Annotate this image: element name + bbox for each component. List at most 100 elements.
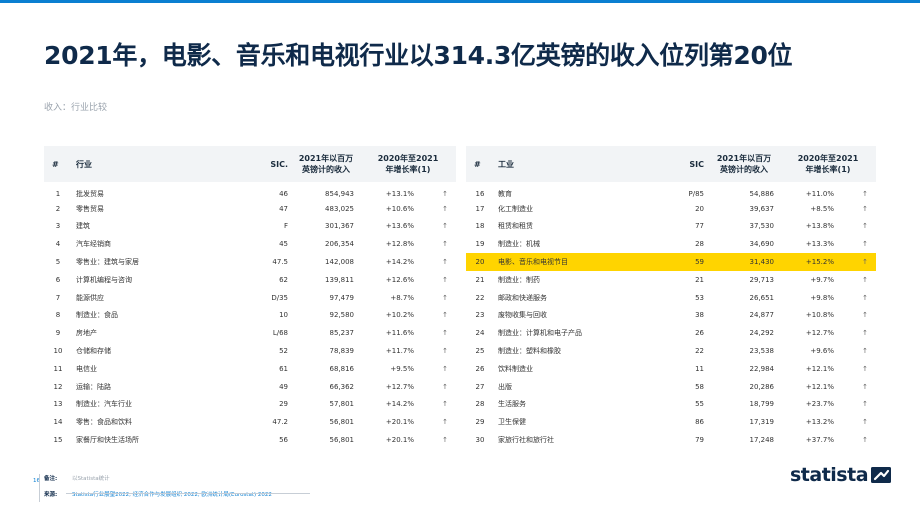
row-rank: 26 xyxy=(475,364,485,373)
row-growth: +14.2% xyxy=(385,258,414,267)
row-growth: +9.7% xyxy=(810,275,834,284)
row-rank: 24 xyxy=(475,329,485,338)
table-row: 27 出版 58 20,286 +12.1% ↑ xyxy=(466,378,876,396)
row-revenue: 57,801 xyxy=(329,400,355,409)
row-industry: 邮政和快递服务 xyxy=(498,293,547,302)
table-row: 1 批发贸易 46 854,943 +13.1% ↑ xyxy=(44,182,456,200)
row-sic: 79 xyxy=(695,436,704,445)
row-sic: 47.2 xyxy=(272,418,288,427)
row-revenue: 39,637 xyxy=(749,204,775,213)
row-sic: 61 xyxy=(279,364,288,373)
row-revenue: 24,877 xyxy=(749,311,775,320)
row-industry: 生活服务 xyxy=(498,400,526,409)
up-arrow-icon: ↑ xyxy=(862,329,868,338)
table-row: 25 制造业：塑料和橡胶 22 23,538 +9.6% ↑ xyxy=(466,342,876,360)
row-revenue: 56,801 xyxy=(329,436,355,445)
row-growth: +9.6% xyxy=(810,347,834,356)
row-rank: 30 xyxy=(475,436,485,445)
row-growth: +12.7% xyxy=(805,329,834,338)
table-row: 18 租赁和租赁 77 37,530 +13.8% ↑ xyxy=(466,218,876,236)
row-revenue: 66,362 xyxy=(329,382,355,391)
up-arrow-icon: ↑ xyxy=(442,418,448,427)
source-underline xyxy=(66,493,310,494)
row-revenue: 85,237 xyxy=(329,329,355,338)
row-revenue: 206,354 xyxy=(325,240,354,249)
row-industry: 教育 xyxy=(498,189,512,198)
row-revenue: 23,538 xyxy=(749,347,775,356)
row-growth: +10.6% xyxy=(385,204,414,213)
row-sic: 46 xyxy=(279,189,288,198)
table-row: 12 运输：陆路 49 66,362 +12.7% ↑ xyxy=(44,378,456,396)
table-row: 8 制造业：食品 10 92,580 +10.2% ↑ xyxy=(44,307,456,325)
header-industry: 工业 xyxy=(494,146,644,182)
up-arrow-icon: ↑ xyxy=(442,293,448,302)
row-sic: 86 xyxy=(695,418,704,427)
header-revenue: 2021年以百万 英镑计的收入 xyxy=(292,146,360,182)
up-arrow-icon: ↑ xyxy=(862,204,868,213)
row-growth: +8.5% xyxy=(810,204,834,213)
row-growth: +12.7% xyxy=(385,382,414,391)
up-arrow-icon: ↑ xyxy=(862,222,868,231)
header-growth: 2020年至2021 年增长率(1) xyxy=(360,146,456,182)
row-revenue: 24,292 xyxy=(749,329,775,338)
row-rank: 19 xyxy=(475,240,485,249)
row-industry: 家旅行社和旅行社 xyxy=(498,436,554,445)
table-row: 2 零售贸易 47 483,025 +10.6% ↑ xyxy=(44,200,456,218)
row-growth: +10.8% xyxy=(805,311,834,320)
row-revenue: 854,943 xyxy=(325,189,354,198)
up-arrow-icon: ↑ xyxy=(862,311,868,320)
row-sic: 20 xyxy=(695,204,704,213)
row-revenue: 142,008 xyxy=(325,258,354,267)
page-subtitle: 收入：行业比较 xyxy=(44,103,108,113)
row-rank: 3 xyxy=(55,222,61,231)
up-arrow-icon: ↑ xyxy=(862,275,868,284)
note-label: 备注: xyxy=(44,476,58,482)
up-arrow-icon: ↑ xyxy=(862,293,868,302)
row-sic: 38 xyxy=(695,311,704,320)
row-rank: 12 xyxy=(53,382,63,391)
row-industry: 化工制造业 xyxy=(498,204,533,213)
row-industry: 废物收集与回收 xyxy=(498,311,547,320)
row-growth: +37.7% xyxy=(805,436,834,445)
row-sic: 28 xyxy=(695,240,704,249)
row-sic: 58 xyxy=(695,382,704,391)
row-sic: 45 xyxy=(279,240,288,249)
row-industry: 电信业 xyxy=(76,364,97,373)
table-row: 30 家旅行社和旅行社 79 17,248 +37.7% ↑ xyxy=(466,431,876,449)
row-rank: 5 xyxy=(55,258,61,267)
source-link[interactable]: Statista行业展望2022, 经济合作与发展组织 2022, 欧洲统计局(… xyxy=(72,490,272,498)
row-rank: 16 xyxy=(475,189,485,198)
row-industry: 零售业：建筑与家居 xyxy=(76,258,139,267)
row-rank: 21 xyxy=(475,275,485,284)
up-arrow-icon: ↑ xyxy=(442,382,448,391)
table-row: 19 制造业：机械 28 34,690 +13.3% ↑ xyxy=(466,235,876,253)
header-num: # xyxy=(466,146,494,182)
table-row: 11 电信业 61 68,816 +9.5% ↑ xyxy=(44,360,456,378)
row-growth: +20.1% xyxy=(385,418,414,427)
header-revenue: 2021年以百万 英镑计的收入 xyxy=(708,146,780,182)
table-row: 5 零售业：建筑与家居 47.5 142,008 +14.2% ↑ xyxy=(44,253,456,271)
row-rank: 22 xyxy=(475,293,485,302)
statista-logo: statista xyxy=(790,464,892,486)
row-sic: 10 xyxy=(279,311,288,320)
row-rank: 7 xyxy=(55,293,61,302)
up-arrow-icon: ↑ xyxy=(862,400,868,409)
row-revenue: 139,811 xyxy=(325,275,354,284)
table-row: 23 废物收集与回收 38 24,877 +10.8% ↑ xyxy=(466,307,876,325)
row-growth: +13.1% xyxy=(385,189,414,198)
row-revenue: 22,984 xyxy=(749,364,775,373)
row-rank: 27 xyxy=(475,382,485,391)
row-industry: 计算机编程与咨询 xyxy=(76,275,132,284)
row-rank: 6 xyxy=(55,275,61,284)
row-rank: 29 xyxy=(475,418,485,427)
row-industry: 制造业：食品 xyxy=(76,311,118,320)
row-sic: 52 xyxy=(279,347,288,356)
up-arrow-icon: ↑ xyxy=(442,364,448,373)
row-revenue: 18,799 xyxy=(749,400,775,409)
up-arrow-icon: ↑ xyxy=(442,189,448,198)
row-industry: 建筑 xyxy=(76,222,90,231)
table-row: 15 家餐厅和快生活场所 56 56,801 +20.1% ↑ xyxy=(44,431,456,449)
row-growth: +13.6% xyxy=(385,222,414,231)
row-sic: 59 xyxy=(644,253,708,271)
row-growth: +13.2% xyxy=(805,418,834,427)
